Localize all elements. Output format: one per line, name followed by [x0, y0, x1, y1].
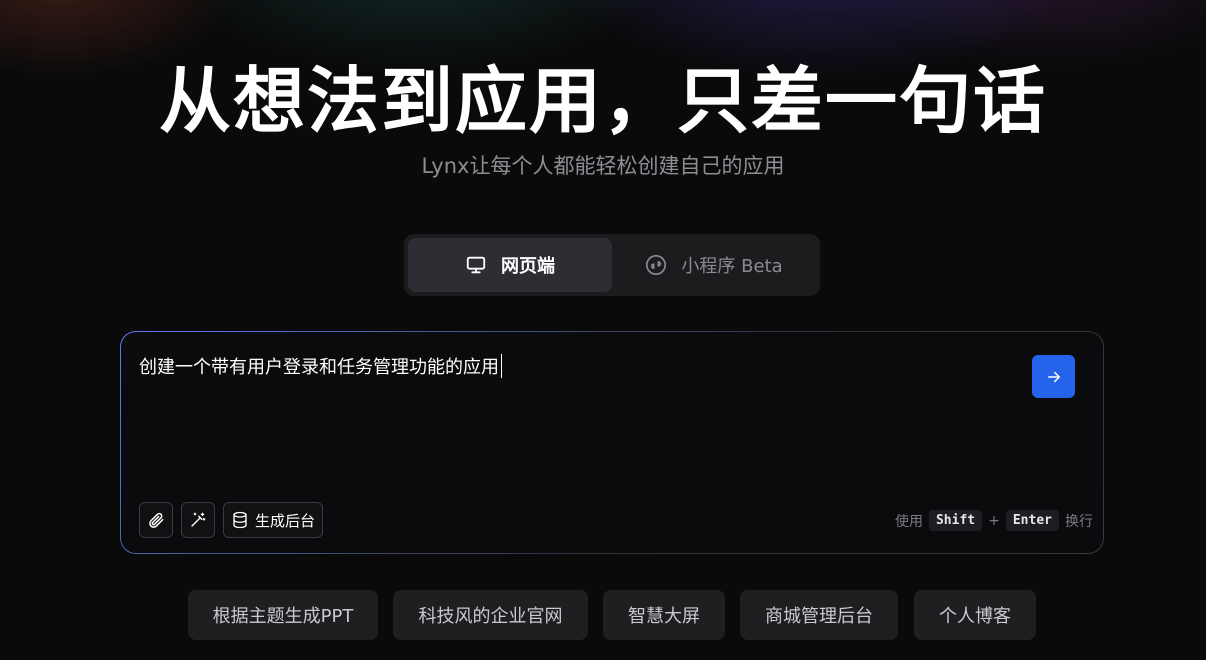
paperclip-icon [149, 512, 164, 528]
generate-backend-label: 生成后台 [254, 511, 315, 530]
platform-switch: 网页端 小程序 Beta [404, 234, 820, 296]
tab-miniprogram-label: 小程序 Beta [681, 256, 783, 277]
newline-hint: 使用 Shift + Enter 换行 [895, 510, 1093, 531]
tab-web-label: 网页端 [501, 256, 555, 277]
magic-wand-icon [191, 512, 206, 527]
hint-suffix: 换行 [1065, 513, 1093, 530]
suggestion-chip[interactable]: 智慧大屏 [603, 590, 725, 640]
enhance-prompt-button[interactable] [181, 502, 215, 538]
shift-key: Shift [928, 510, 983, 531]
tab-web[interactable]: 网页端 [408, 238, 612, 292]
attach-button[interactable] [139, 502, 173, 538]
prompt-input-value: 创建一个带有用户登录和任务管理功能的应用 [139, 357, 499, 378]
suggestion-chip[interactable]: 个人博客 [914, 590, 1036, 640]
hint-prefix: 使用 [894, 513, 923, 530]
tab-miniprogram[interactable]: 小程序 Beta [612, 238, 816, 292]
prompt-input[interactable]: 创建一个带有用户登录和任务管理功能的应用 [139, 354, 502, 381]
send-button[interactable] [1032, 355, 1075, 398]
page-title: 从想法到应用，只差一句话 [158, 59, 1047, 143]
suggestion-chip[interactable]: 科技风的企业官网 [393, 590, 588, 640]
hint-plus: + [988, 512, 1000, 529]
suggestion-chip[interactable]: 根据主题生成PPT [188, 590, 378, 640]
text-caret [501, 354, 502, 378]
generate-backend-button[interactable]: 生成后台 [223, 502, 323, 538]
monitor-icon [466, 256, 486, 274]
arrow-right-icon [1047, 371, 1060, 382]
enter-key: Enter [1005, 510, 1059, 531]
suggestion-chip[interactable]: 商城管理后台 [740, 590, 898, 640]
page-subtitle: Lynx让每个人都能轻松创建自己的应用 [421, 154, 785, 178]
database-icon [233, 511, 247, 529]
miniprogram-icon [646, 255, 667, 275]
prompt-box: 创建一个带有用户登录和任务管理功能的应用 生成后台 使用 Shift + Ent… [120, 331, 1104, 554]
